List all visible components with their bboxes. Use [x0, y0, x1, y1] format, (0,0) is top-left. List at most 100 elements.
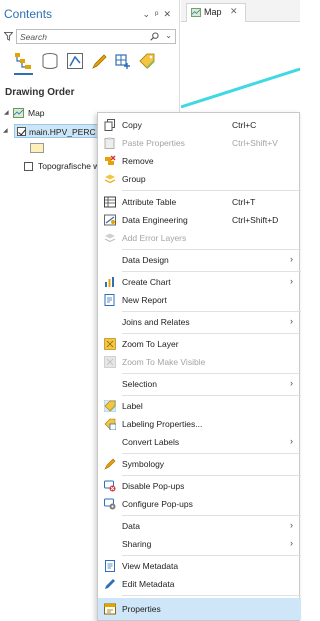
- symbology-icon: [104, 458, 116, 470]
- menu-separator: [122, 595, 301, 596]
- view-metadata-icon: [105, 560, 115, 572]
- list-by-editing-icon[interactable]: [91, 52, 109, 70]
- tree-item-layer-selected[interactable]: ◢ main.HPV_PERC: [3, 124, 104, 138]
- menu-separator: [122, 395, 301, 396]
- list-by-drawing-order-icon[interactable]: [14, 52, 32, 70]
- menu-item-label: Edit Metadata: [122, 579, 175, 589]
- menu-item-label: Zoom To Layer: [122, 339, 179, 349]
- menu-separator: [122, 333, 301, 334]
- menu-item-remove[interactable]: Remove: [98, 152, 301, 170]
- chart-icon: [105, 277, 114, 287]
- menu-item-create-chart[interactable]: Create Chart ›: [98, 273, 301, 291]
- menu-item-labeling-properties[interactable]: Labeling Properties...: [98, 415, 301, 433]
- menu-item-label: Properties: [122, 604, 161, 614]
- basemap-visibility-checkbox[interactable]: [24, 162, 33, 171]
- menu-item-label: Symbology: [122, 459, 165, 469]
- expand-arrow-icon[interactable]: ◢: [3, 127, 8, 134]
- tree-item-label: Topografische w: [38, 161, 98, 171]
- submenu-arrow-icon: ›: [290, 378, 293, 388]
- menu-item-zoom-to-layer[interactable]: Zoom To Layer: [98, 335, 301, 353]
- menu-item-data[interactable]: Data ›: [98, 517, 301, 535]
- menu-item-label: Copy: [122, 120, 142, 130]
- menu-separator: [122, 555, 301, 556]
- menu-item-label: Add Error Layers: [122, 233, 187, 243]
- layer-symbol-swatch[interactable]: [30, 143, 44, 153]
- submenu-arrow-icon: ›: [290, 254, 293, 264]
- tab-close-icon[interactable]: ✕: [230, 6, 238, 17]
- zoom-to-visible-icon: [104, 356, 116, 368]
- search-icon[interactable]: [150, 32, 159, 41]
- menu-item-label: Selection: [122, 379, 157, 389]
- menu-item-label: Data Design: [122, 255, 169, 265]
- search-input[interactable]: [20, 31, 140, 42]
- edit-metadata-icon: [105, 579, 115, 589]
- menu-item-properties[interactable]: Properties: [98, 598, 301, 620]
- menu-item-joins-and-relates[interactable]: Joins and Relates ›: [98, 313, 301, 331]
- menu-item-convert-labels[interactable]: Convert Labels ›: [98, 433, 301, 451]
- menu-separator: [122, 271, 301, 272]
- list-by-data-source-icon[interactable]: [41, 52, 59, 70]
- layer-context-menu: Copy Ctrl+C Paste Properties Ctrl+Shift+…: [97, 112, 301, 621]
- menu-separator: [122, 453, 301, 454]
- map-tabstrip: Map ✕: [181, 0, 300, 22]
- menu-item-symbology[interactable]: Symbology: [98, 455, 301, 473]
- menu-item-disable-popups[interactable]: Disable Pop-ups: [98, 477, 301, 495]
- menu-item-label: Attribute Table: [122, 197, 177, 207]
- menu-item-edit-metadata[interactable]: Edit Metadata: [98, 575, 301, 593]
- tree-item-basemap[interactable]: Topografische w: [24, 160, 99, 174]
- disable-popups-icon: [104, 480, 116, 492]
- menu-item-label: Remove: [122, 156, 154, 166]
- menu-item-label-toggle[interactable]: Label: [98, 397, 301, 415]
- filter-icon[interactable]: [4, 32, 13, 41]
- menu-item-shortcut: Ctrl+Shift+V: [232, 138, 278, 148]
- search-box[interactable]: ⌄: [16, 29, 176, 44]
- menu-item-sharing[interactable]: Sharing ›: [98, 535, 301, 553]
- menu-item-attribute-table[interactable]: Attribute Table Ctrl+T: [98, 193, 301, 211]
- menu-item-selection[interactable]: Selection ›: [98, 375, 301, 393]
- menu-item-copy[interactable]: Copy Ctrl+C: [98, 116, 301, 134]
- section-title: Drawing Order: [5, 87, 75, 98]
- submenu-arrow-icon: ›: [290, 316, 293, 326]
- menu-separator: [122, 515, 301, 516]
- menu-item-label: Create Chart: [122, 277, 171, 287]
- menu-item-view-metadata[interactable]: View Metadata: [98, 557, 301, 575]
- pane-options-chevron-icon[interactable]: ⌄: [143, 9, 156, 20]
- menu-separator: [122, 373, 301, 374]
- menu-item-label: Data Engineering: [122, 215, 188, 225]
- menu-item-configure-popups[interactable]: Configure Pop-ups: [98, 495, 301, 513]
- list-by-labeling-icon[interactable]: [138, 52, 156, 70]
- list-by-selection-icon[interactable]: [66, 52, 84, 70]
- configure-popups-icon: [104, 498, 116, 510]
- layer-visibility-checkbox[interactable]: [17, 127, 26, 136]
- tree-item-label: main.HPV_PERC: [29, 127, 96, 137]
- menu-item-label: Data: [122, 521, 140, 531]
- menu-item-new-report[interactable]: New Report: [98, 291, 301, 309]
- list-by-snapping-icon[interactable]: [114, 52, 132, 70]
- search-dropdown-icon[interactable]: ⌄: [165, 31, 172, 40]
- menu-item-label: Configure Pop-ups: [122, 499, 193, 509]
- contents-header: Contents ⌄ᵖ✕: [4, 7, 176, 23]
- submenu-arrow-icon: ›: [290, 538, 293, 548]
- menu-item-shortcut: Ctrl+Shift+D: [232, 215, 279, 225]
- report-icon: [104, 294, 115, 306]
- expand-arrow-icon[interactable]: ◢: [4, 109, 9, 116]
- submenu-arrow-icon: ›: [290, 276, 293, 286]
- menu-item-paste-properties[interactable]: Paste Properties Ctrl+Shift+V: [98, 134, 301, 152]
- map-icon: [13, 108, 24, 118]
- copy-icon: [104, 119, 115, 131]
- menu-item-label: Zoom To Make Visible: [122, 357, 206, 367]
- pane-close-icon[interactable]: ✕: [163, 9, 176, 20]
- menu-item-add-error-layers[interactable]: Add Error Layers: [98, 229, 301, 247]
- active-view-indicator: [14, 73, 33, 75]
- submenu-arrow-icon: ›: [290, 520, 293, 530]
- menu-item-data-design[interactable]: Data Design ›: [98, 251, 301, 269]
- pin-icon[interactable]: ᵖ: [155, 9, 163, 19]
- menu-item-label: Convert Labels: [122, 437, 180, 447]
- tab-map[interactable]: Map ✕: [186, 3, 246, 22]
- pane-title: Contents: [4, 7, 53, 21]
- menu-item-data-engineering[interactable]: Data Engineering Ctrl+Shift+D: [98, 211, 301, 229]
- zoom-to-layer-icon: [104, 338, 116, 350]
- labeling-properties-icon: [104, 418, 116, 430]
- menu-item-group[interactable]: Group: [98, 170, 301, 188]
- menu-item-zoom-to-make-visible[interactable]: Zoom To Make Visible: [98, 353, 301, 371]
